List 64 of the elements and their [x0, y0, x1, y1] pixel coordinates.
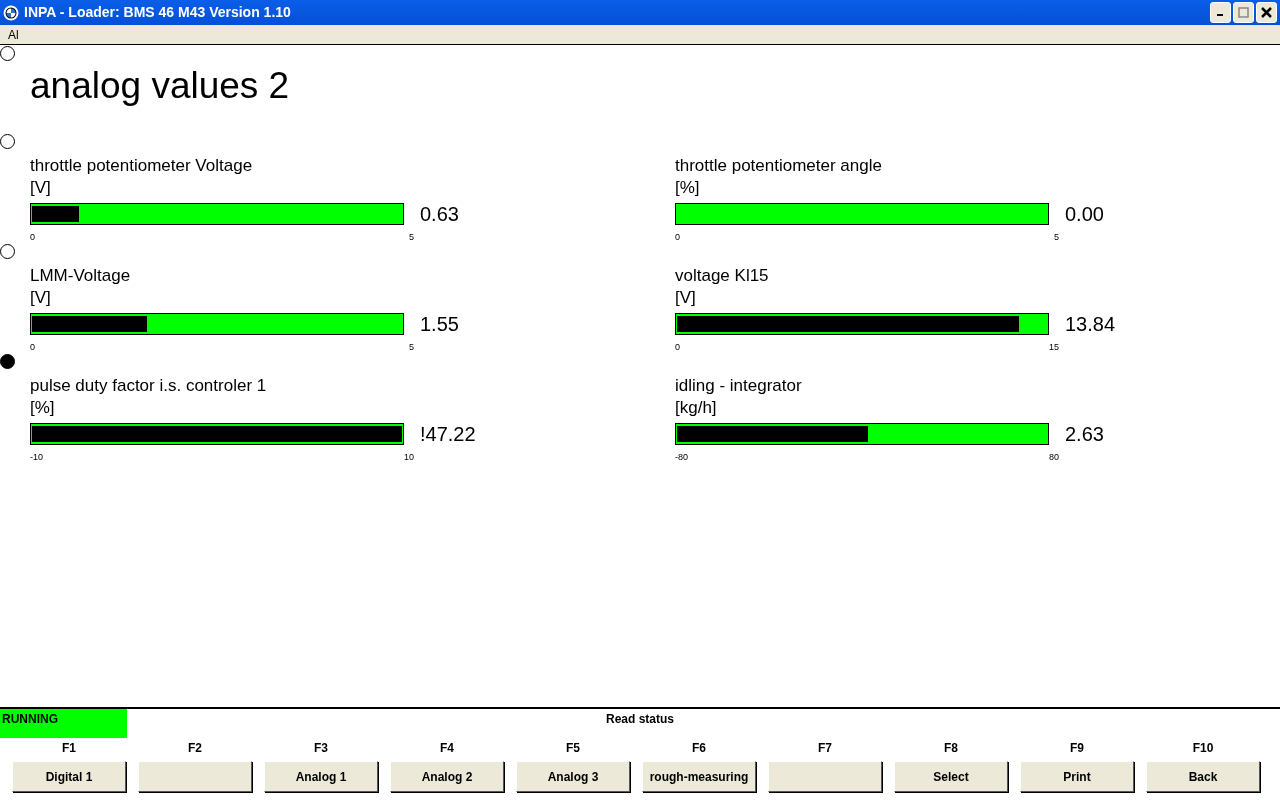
minimize-button[interactable]	[1210, 2, 1231, 23]
scale-min-label: -10	[30, 451, 43, 463]
gauge-label: idling - integrator	[675, 375, 803, 397]
menu-item[interactable]: Al	[6, 25, 21, 44]
key-label: F9	[1069, 740, 1085, 757]
key-label: F2	[187, 740, 203, 757]
key-label: F10	[1191, 740, 1215, 757]
scale-min-label: 0	[30, 341, 35, 353]
radio-button[interactable]	[0, 46, 15, 61]
scale-min-label: 0	[675, 341, 680, 353]
key-label: F8	[943, 740, 959, 757]
scale-min-label: 0	[30, 231, 35, 243]
status-message: Read status	[605, 711, 675, 728]
unit-label: [V]	[675, 287, 697, 309]
function-button[interactable]: Digital 1	[12, 761, 126, 792]
close-button[interactable]	[1256, 2, 1277, 23]
unit-label: [V]	[30, 287, 52, 309]
function-button[interactable]: Analog 1	[264, 761, 378, 792]
function-button[interactable]: Analog 3	[516, 761, 630, 792]
scale-max-label: 10	[404, 451, 414, 463]
gauge-label: voltage Kl15	[675, 265, 770, 287]
value-reading: 0.00	[1065, 202, 1104, 227]
scale-max-label: 5	[409, 341, 414, 353]
key-label: F7	[817, 740, 833, 757]
scale-min-label: 0	[675, 231, 680, 243]
app-icon	[3, 4, 19, 21]
function-button[interactable]: Print	[1020, 761, 1134, 792]
key-label: F1	[61, 740, 77, 757]
close-icon	[1261, 7, 1272, 18]
status-indicator: RUNNING	[0, 709, 127, 738]
function-button[interactable]	[768, 761, 882, 792]
gauge-label: throttle potentiometer angle	[675, 155, 883, 177]
key-label: F6	[691, 740, 707, 757]
function-button[interactable]: Select	[894, 761, 1008, 792]
page-heading: analog values 2	[30, 67, 291, 108]
value-reading: !47.22	[420, 422, 476, 447]
value-reading: 1.55	[420, 312, 459, 337]
unit-label: [%]	[675, 177, 701, 199]
function-button[interactable]: Analog 2	[390, 761, 504, 792]
maximize-icon	[1238, 7, 1249, 18]
scale-min-label: -80	[675, 451, 688, 463]
unit-label: [%]	[30, 397, 56, 419]
value-reading: 0.63	[420, 202, 459, 227]
scale-max-label: 5	[409, 231, 414, 243]
unit-label: [V]	[30, 177, 52, 199]
scale-max-label: 80	[1049, 451, 1059, 463]
radio-button[interactable]	[0, 244, 15, 259]
function-button[interactable]	[138, 761, 252, 792]
gauge-label: throttle potentiometer Voltage	[30, 155, 254, 177]
scale-max-label: 5	[1054, 231, 1059, 243]
key-label: F3	[313, 740, 329, 757]
value-reading: 13.84	[1065, 312, 1116, 337]
radio-button[interactable]	[0, 134, 15, 149]
value-reading: 2.63	[1065, 422, 1104, 447]
window-title: INPA - Loader: BMS 46 M43 Version 1.10	[24, 3, 291, 22]
radio-button[interactable]	[0, 354, 15, 369]
unit-label: [kg/h]	[675, 397, 718, 419]
key-label: F4	[439, 740, 455, 757]
gauge-label: LMM-Voltage	[30, 265, 132, 287]
function-button[interactable]: Back	[1146, 761, 1260, 792]
function-button[interactable]: rough-measuring	[642, 761, 756, 792]
gauge-label: pulse duty factor i.s. controler 1	[30, 375, 268, 397]
scale-max-label: 15	[1049, 341, 1059, 353]
key-label: F5	[565, 740, 581, 757]
